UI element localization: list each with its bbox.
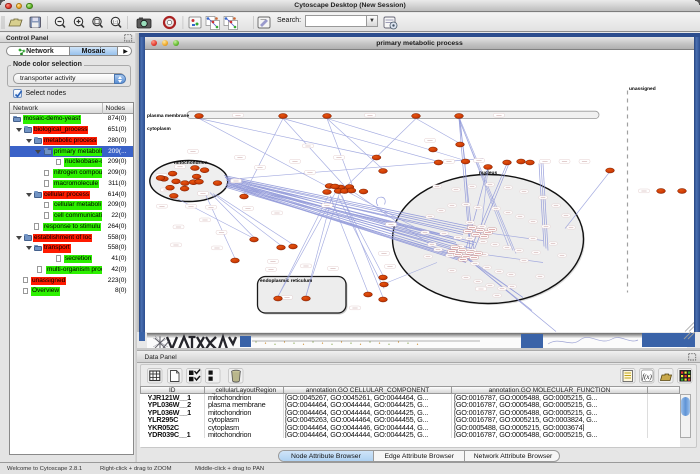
svg-text:mitochondrion: mitochondrion	[174, 159, 208, 165]
svg-text:f(x): f(x)	[642, 373, 652, 381]
svg-text:nucleus: nucleus	[479, 169, 497, 175]
svg-text:plasma membrane: plasma membrane	[147, 112, 189, 118]
svg-text:unassigned: unassigned	[629, 85, 656, 91]
svg-text:endoplasmic reticulum: endoplasmic reticulum	[260, 277, 312, 283]
svg-text:1:1: 1:1	[112, 19, 119, 24]
svg-text:cytoplasm: cytoplasm	[147, 126, 171, 132]
